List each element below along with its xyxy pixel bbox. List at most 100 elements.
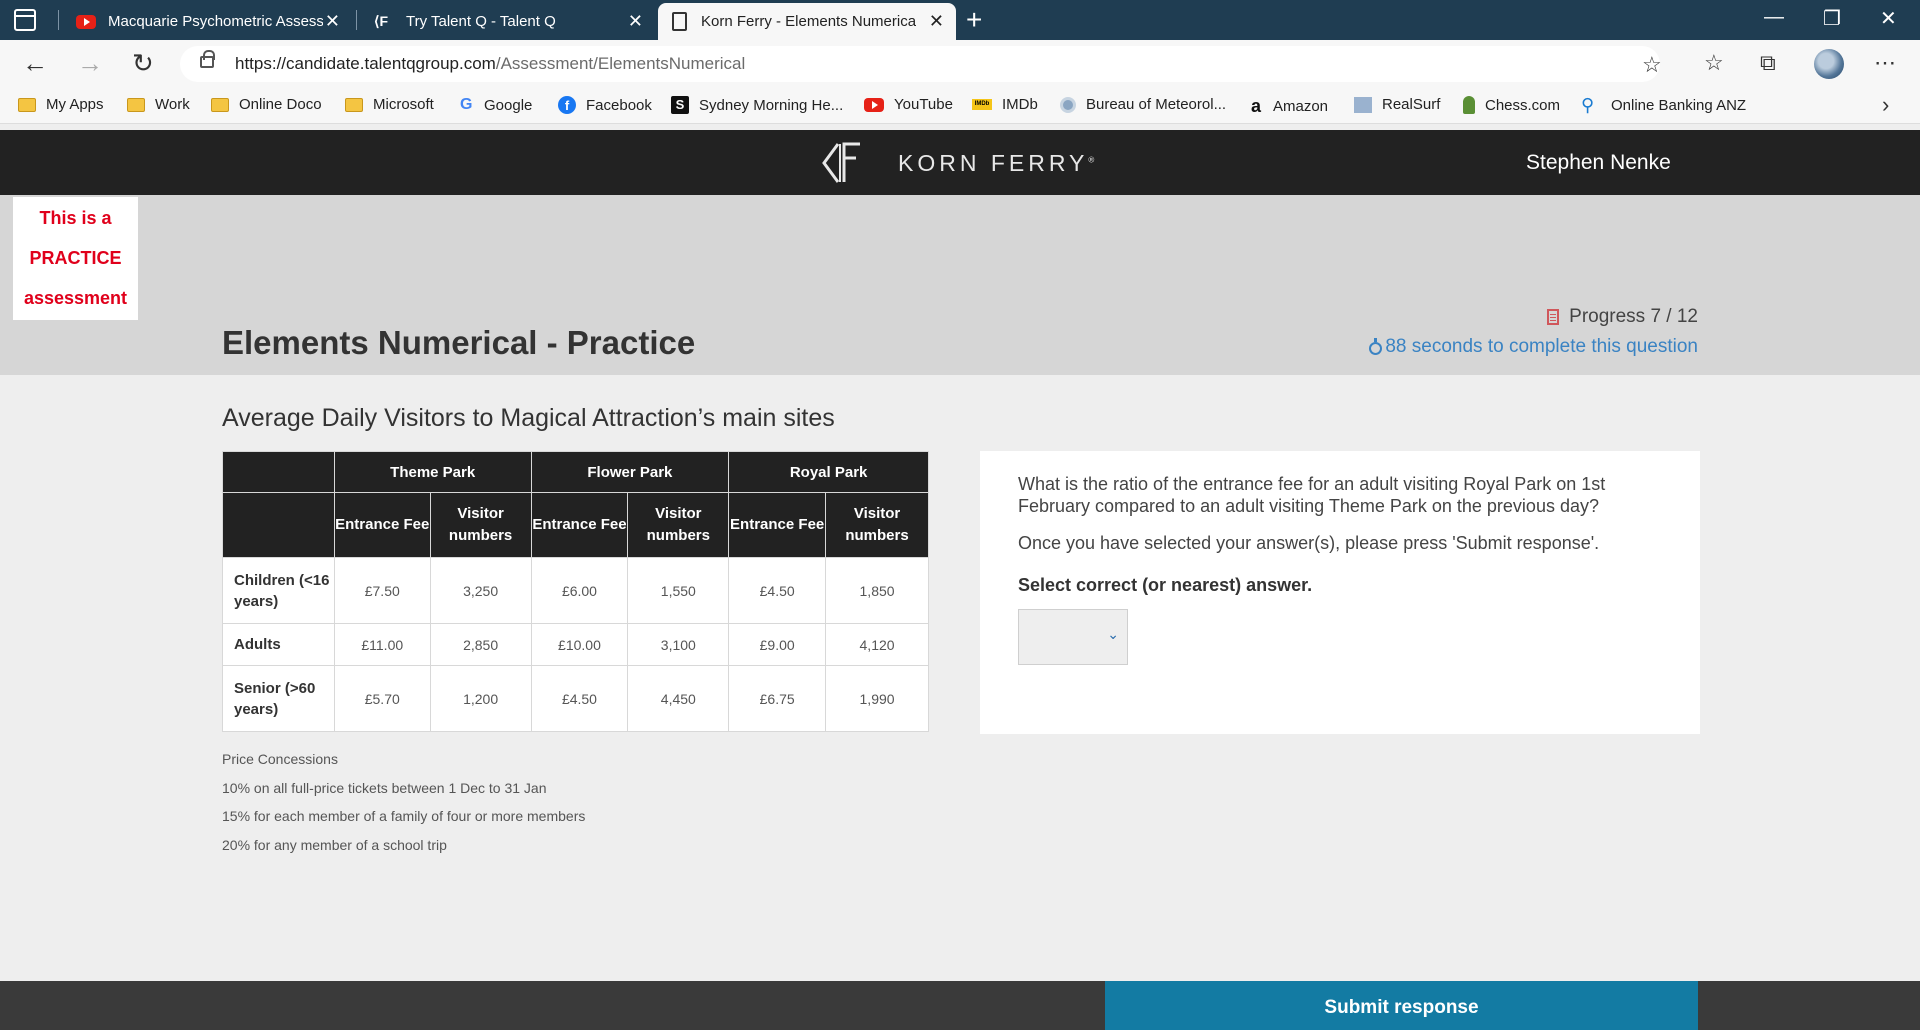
minimize-icon[interactable]: —: [1764, 6, 1784, 29]
google-icon: G: [460, 96, 473, 113]
url-path: /Assessment/ElementsNumerical: [495, 54, 746, 73]
question-instruction: Once you have selected your answer(s), p…: [1018, 533, 1600, 553]
table-cell: 4,120: [825, 623, 929, 666]
profile-avatar[interactable]: [1814, 49, 1844, 79]
logo-wordmark: KORN FERRY: [898, 150, 1089, 176]
practice-badge: This is a PRACTICE assessment: [13, 197, 138, 320]
tab-talent-q[interactable]: ⟨F Try Talent Q - Talent Q ✕: [360, 3, 655, 40]
tab-korn-ferry[interactable]: Korn Ferry - Elements Numerical ✕: [658, 3, 956, 40]
table-subheader-row: Entrance Fee Visitor numbers Entrance Fe…: [222, 492, 929, 558]
answer-dropdown[interactable]: ⌄: [1018, 609, 1128, 665]
favorites-icon[interactable]: ☆: [1704, 50, 1724, 76]
forward-icon[interactable]: →: [77, 48, 103, 79]
bookmark-label: Online Banking ANZ: [1611, 96, 1747, 114]
more-icon[interactable]: ⋯: [1874, 50, 1896, 76]
table-cell: £4.50: [530, 665, 629, 732]
close-icon[interactable]: ✕: [929, 11, 944, 32]
concession-item: 15% for each member of a family of four …: [222, 808, 586, 824]
concession-item: 10% on all full-price tickets between 1 …: [222, 779, 547, 796]
url-host: https://candidate.talentqgroup.com: [235, 54, 496, 73]
bookmark-label: YouTube: [894, 96, 953, 113]
chevron-right-icon[interactable]: ›: [1882, 92, 1889, 118]
column-header: Entrance Fee: [530, 492, 629, 558]
facebook-icon: f: [558, 96, 576, 114]
table-header-row: Theme Park Flower Park Royal Park: [222, 451, 929, 493]
clipboard-icon: [1547, 309, 1560, 325]
table-cell: £7.50: [333, 557, 431, 624]
youtube-icon: [864, 97, 884, 112]
logo-text: KORN FERRY®: [898, 150, 1095, 176]
column-header: Entrance Fee: [333, 492, 431, 558]
bookmark-facebook[interactable]: f Facebook: [558, 96, 652, 114]
bookmark-label: IMDb: [1002, 96, 1038, 113]
bookmark-amazon[interactable]: a Amazon: [1251, 96, 1328, 117]
korn-ferry-logo-icon: [822, 142, 860, 183]
column-header: Entrance Fee: [728, 492, 827, 558]
bookmark-anz[interactable]: ⚲ Online Banking ANZ: [1581, 96, 1746, 114]
table-cell: 1,990: [825, 665, 929, 732]
table-cell: £5.70: [333, 665, 431, 732]
column-header: Visitor numbers: [825, 492, 929, 558]
bookmark-chess[interactable]: Chess.com: [1463, 96, 1560, 114]
collections-icon[interactable]: ⧉: [1760, 50, 1776, 76]
imdb-icon: IMDb: [972, 99, 992, 110]
tab-macquarie[interactable]: Macquarie Psychometric Assessm ✕: [62, 3, 352, 40]
table-row-adults: Adults £11.00 2,850 £10.00 3,100 £9.00 4…: [222, 623, 929, 666]
table-cell: £10.00: [530, 623, 629, 666]
page-title: Elements Numerical - Practice: [222, 324, 696, 361]
bookmark-work[interactable]: Work: [127, 96, 190, 113]
close-icon[interactable]: ✕: [628, 11, 643, 32]
bookmarks-bar: My Apps Work Online Doco Microsoft G Goog…: [0, 88, 1920, 124]
group-header-royal-park: Royal Park: [728, 451, 929, 493]
chevron-down-icon: ⌄: [1107, 626, 1119, 642]
close-icon[interactable]: ✕: [325, 11, 340, 32]
table-title: Average Daily Visitors to Magical Attrac…: [222, 404, 835, 432]
folder-icon: [127, 97, 145, 112]
visitors-table: Theme Park Flower Park Royal Park Entran…: [222, 451, 929, 732]
tab-title: Korn Ferry - Elements Numerical: [701, 13, 916, 30]
bookmark-realsurf[interactable]: RealSurf: [1354, 96, 1440, 113]
bookmark-youtube[interactable]: YouTube: [864, 96, 953, 113]
anz-icon: ⚲: [1581, 95, 1595, 115]
tab-title: Try Talent Q - Talent Q: [406, 13, 556, 30]
bookmark-online-doco[interactable]: Online Doco: [211, 96, 322, 113]
table-cell: 1,200: [429, 665, 532, 732]
table-row-seniors: Senior (>60 years) £5.70 1,200 £4.50 4,4…: [222, 665, 929, 732]
bookmark-label: Facebook: [586, 96, 652, 114]
timer-text: 88 seconds to complete this question: [1385, 336, 1698, 357]
new-tab-icon[interactable]: +: [966, 4, 982, 36]
tab-separator: [356, 10, 357, 30]
address-bar: ← → ↻ https://candidate.talentqgroup.com…: [0, 40, 1920, 88]
folder-icon: [211, 97, 229, 112]
tab-actions-icon[interactable]: [14, 9, 36, 31]
chess-pawn-icon: [1463, 96, 1475, 114]
add-favorite-icon[interactable]: ☆: [1642, 52, 1662, 78]
table-cell: £6.00: [530, 557, 629, 624]
url-field[interactable]: https://candidate.talentqgroup.com/Asses…: [180, 46, 1662, 82]
bookmark-google[interactable]: G Google: [460, 96, 532, 114]
concession-item: 20% for any member of a school trip: [222, 836, 447, 853]
table-cell: 4,450: [627, 665, 730, 732]
bookmark-label: Work: [155, 96, 190, 113]
column-header: Visitor numbers: [627, 492, 730, 558]
bookmark-label: Online Doco: [239, 96, 322, 113]
table-cell: 3,100: [627, 623, 730, 666]
restore-icon[interactable]: ❐: [1823, 6, 1841, 31]
bookmark-bom[interactable]: Bureau of Meteorol...: [1060, 96, 1226, 113]
row-label: Senior (>60 years): [222, 665, 335, 732]
question-timer: 88 seconds to complete this question: [1369, 336, 1698, 358]
back-icon[interactable]: ←: [22, 48, 48, 79]
bookmark-my-apps[interactable]: My Apps: [18, 96, 104, 113]
table-cell: 1,850: [825, 557, 929, 624]
window-close-icon[interactable]: ✕: [1880, 6, 1897, 31]
bookmark-smh[interactable]: S Sydney Morning He...: [671, 96, 843, 114]
bookmark-microsoft[interactable]: Microsoft: [345, 96, 434, 113]
document-icon: [672, 12, 687, 31]
lock-icon: [200, 50, 215, 68]
refresh-icon[interactable]: ↻: [132, 48, 154, 79]
bookmark-label: Bureau of Meteorol...: [1086, 96, 1227, 113]
stopwatch-icon: [1369, 337, 1383, 355]
bookmark-imdb[interactable]: IMDb IMDb: [972, 96, 1038, 113]
table-corner: [222, 492, 335, 558]
submit-response-button[interactable]: Submit response: [1105, 981, 1698, 1030]
